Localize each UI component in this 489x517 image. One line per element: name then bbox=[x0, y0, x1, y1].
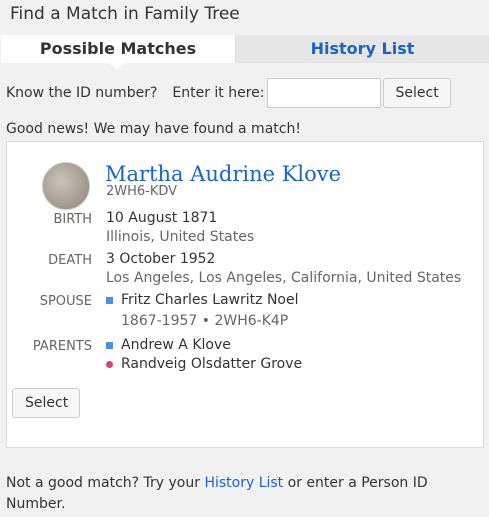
death-label: DEATH bbox=[48, 253, 92, 268]
footer-text-before: Not a good match? Try your bbox=[6, 475, 205, 491]
death-place: Los Angeles, Los Angeles, California, Un… bbox=[106, 270, 462, 286]
footer-help-text: Not a good match? Try your History List … bbox=[6, 473, 476, 515]
person-id-input[interactable] bbox=[266, 78, 381, 108]
person-id: 2WH6-KDV bbox=[106, 184, 178, 199]
match-card: Martha Audrine Klove 2WH6-KDV BIRTH 10 A… bbox=[6, 141, 484, 448]
birth-place: Illinois, United States bbox=[106, 229, 255, 245]
history-list-link[interactable]: History List bbox=[204, 475, 283, 491]
person-name-link[interactable]: Martha Audrine Klove bbox=[105, 162, 341, 186]
death-date: 3 October 1952 bbox=[106, 251, 216, 267]
spouse-details: 1867-1957 • 2WH6-K4P bbox=[121, 313, 289, 329]
parents-label: PARENTS bbox=[32, 339, 92, 354]
birth-date: 10 August 1871 bbox=[106, 210, 218, 226]
tab-bar: Possible Matches History List bbox=[0, 35, 489, 63]
death-info: 3 October 1952 Los Angeles, Los Angeles,… bbox=[106, 250, 461, 288]
birth-info: 10 August 1871 Illinois, United States bbox=[106, 209, 254, 247]
id-lookup-row: Know the ID number? Enter it here: Selec… bbox=[6, 78, 451, 108]
spouse-name: Fritz Charles Lawritz Noel bbox=[121, 292, 299, 308]
parents-info: Andrew A Klove Randveig Olsdatter Grove bbox=[106, 336, 302, 374]
id-select-button[interactable]: Select bbox=[382, 78, 451, 108]
id-question-label: Know the ID number? bbox=[6, 85, 158, 101]
spouse-info: Fritz Charles Lawritz Noel 1867-1957 • 2… bbox=[106, 291, 299, 331]
avatar bbox=[42, 162, 90, 210]
spouse-label: SPOUSE bbox=[39, 294, 92, 309]
id-prompt-label: Enter it here: bbox=[172, 85, 265, 101]
father-name: Andrew A Klove bbox=[121, 337, 231, 353]
female-marker-icon bbox=[106, 361, 113, 368]
tab-possible-matches[interactable]: Possible Matches bbox=[1, 35, 236, 63]
male-marker-icon bbox=[106, 297, 113, 304]
tab-history-list[interactable]: History List bbox=[236, 35, 489, 63]
active-tab-pointer bbox=[108, 62, 126, 70]
birth-label: BIRTH bbox=[53, 212, 92, 227]
mother-name: Randveig Olsdatter Grove bbox=[121, 356, 303, 372]
page-title: Find a Match in Family Tree bbox=[10, 4, 240, 24]
male-marker-icon bbox=[106, 342, 113, 349]
match-select-button[interactable]: Select bbox=[12, 388, 80, 418]
status-message: Good news! We may have found a match! bbox=[6, 121, 301, 137]
